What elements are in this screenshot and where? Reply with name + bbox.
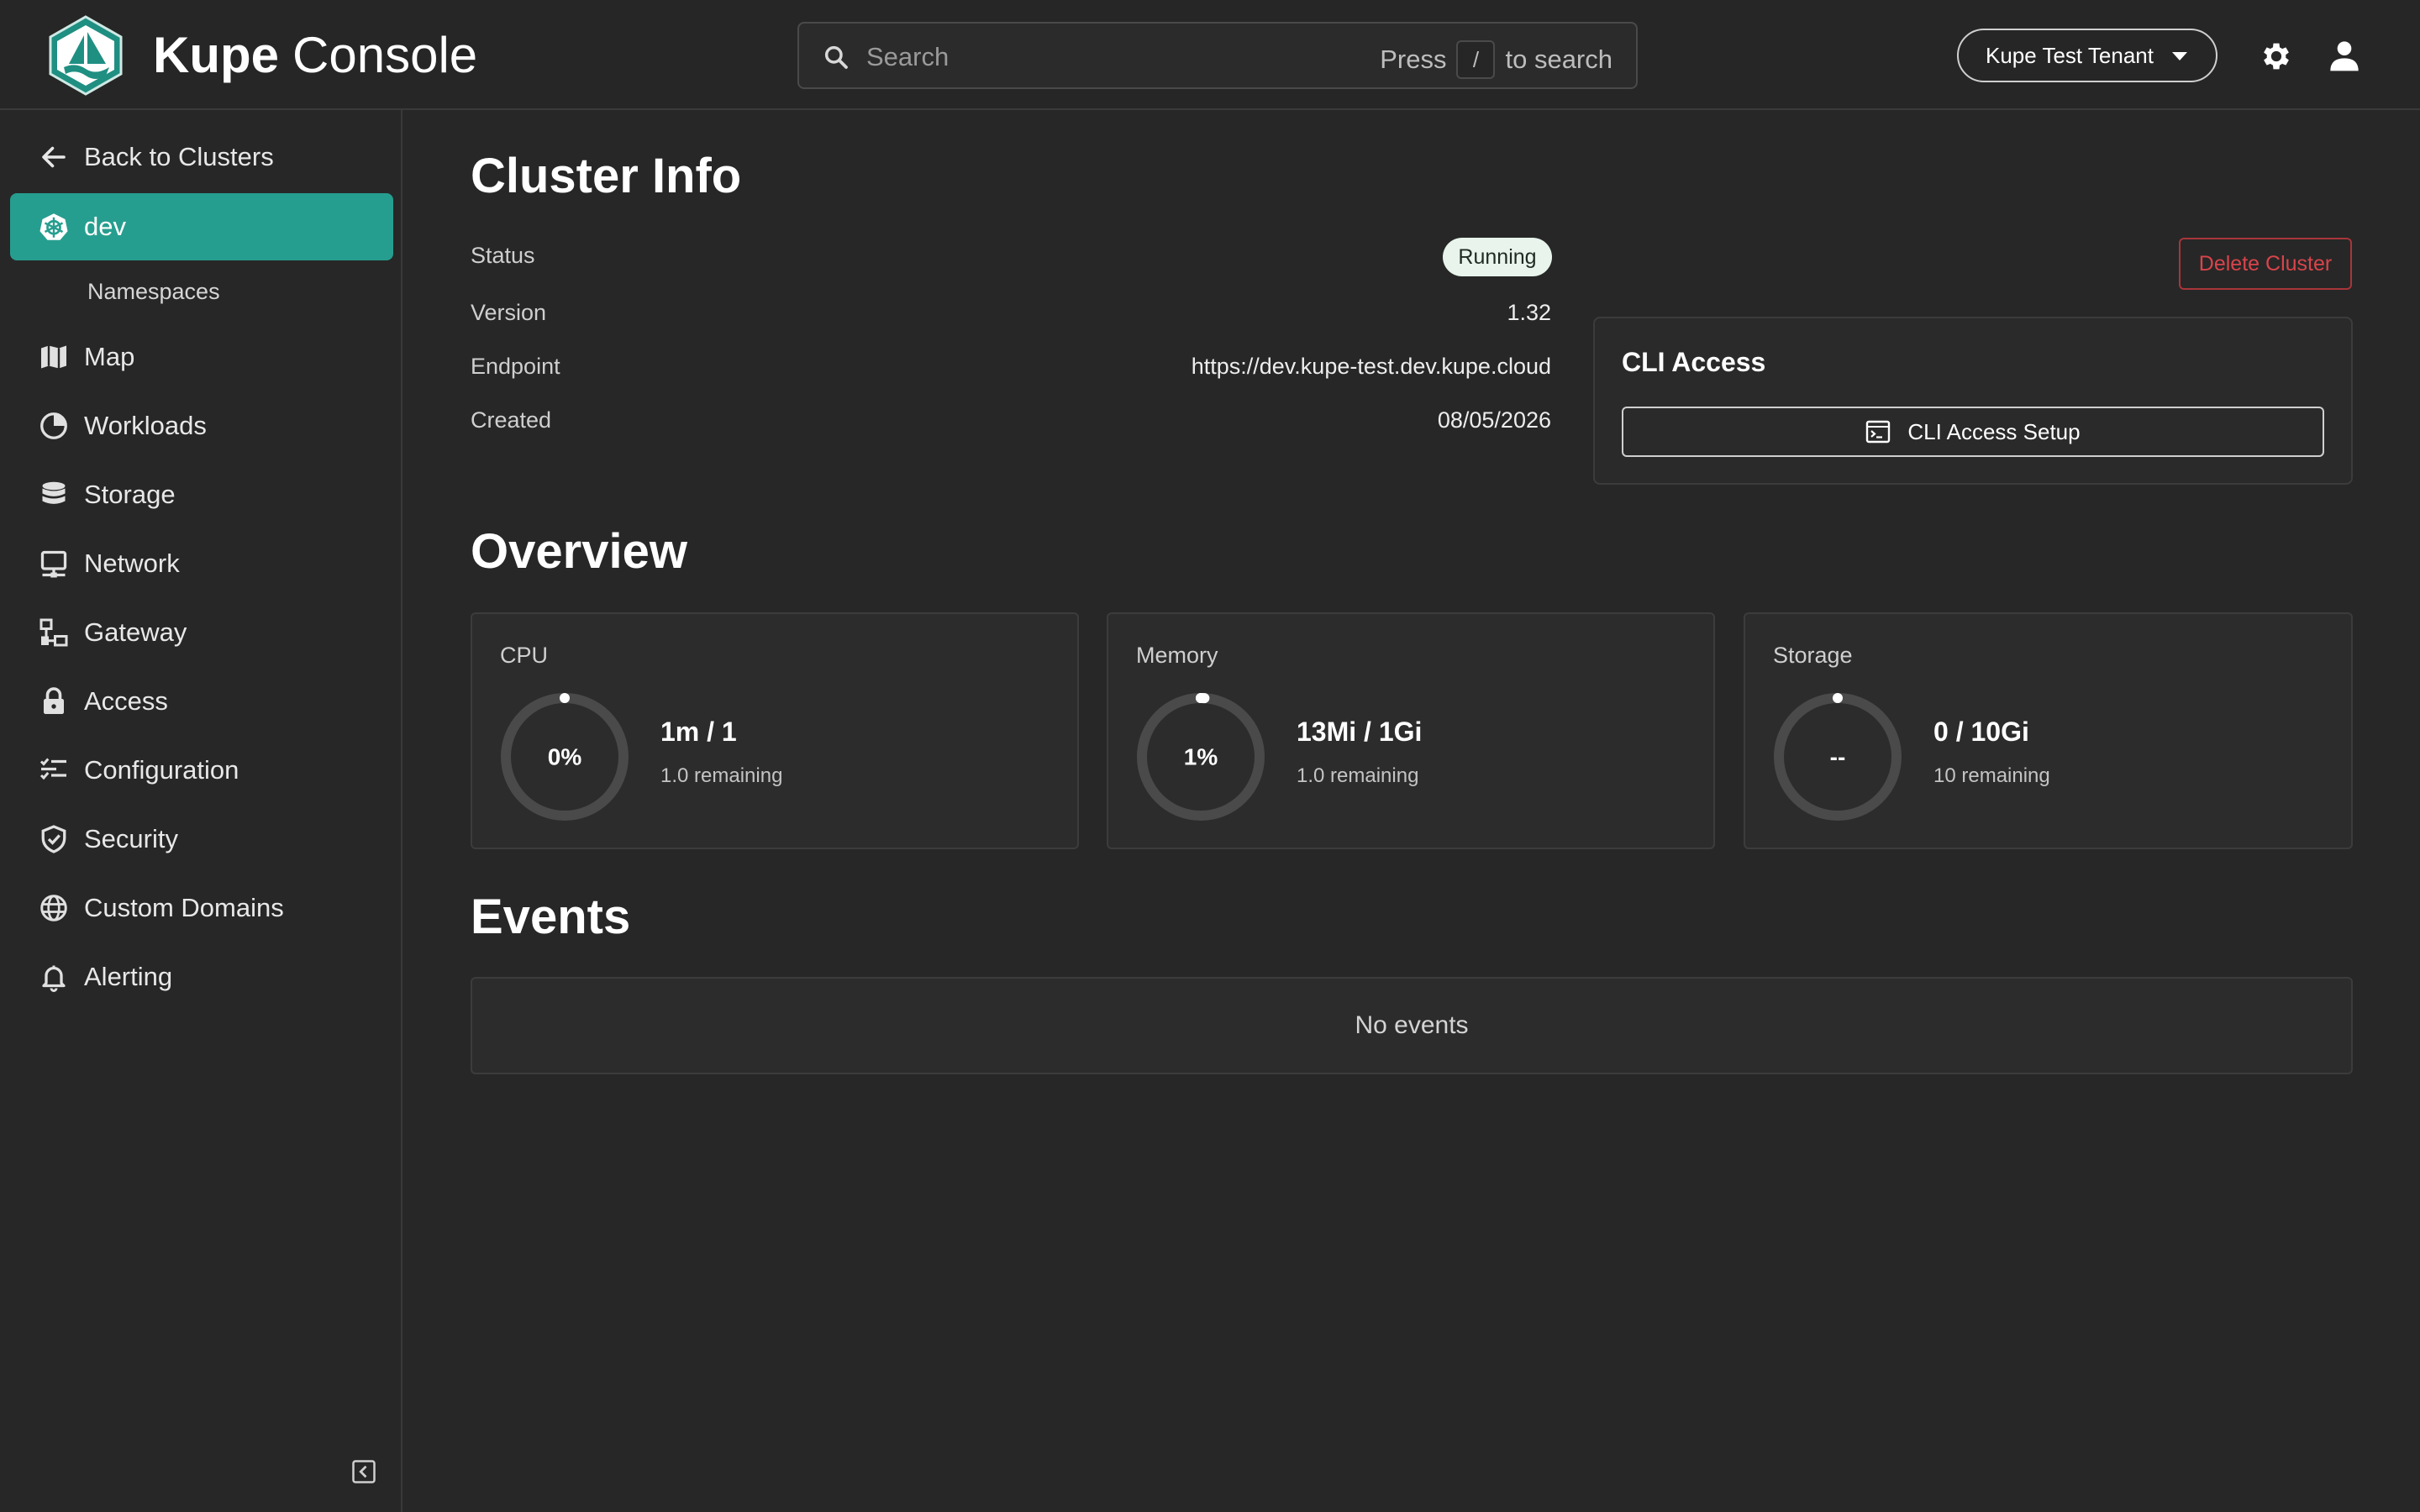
gear-icon[interactable]: [2259, 39, 2294, 74]
collapse-sidebar-icon[interactable]: [351, 1459, 376, 1484]
usage-ring: 1%: [1137, 693, 1265, 821]
search-hint-prefix: Press: [1380, 45, 1447, 74]
sidebar-item-security[interactable]: Security: [10, 806, 393, 873]
shield-icon: [41, 825, 66, 853]
events-empty-state: No events: [471, 977, 2353, 1074]
metric-card-memory: Memory 1% 13Mi / 1Gi 1.0 remaining: [1107, 612, 1715, 849]
created-label: Created: [471, 407, 552, 433]
metric-label: CPU: [500, 643, 549, 668]
tenant-label: Kupe Test Tenant: [1986, 43, 2154, 68]
overview-heading: Overview: [471, 524, 687, 579]
sidebar-item-cluster-dev[interactable]: dev: [10, 193, 393, 260]
search-input[interactable]: Search Press / to search: [797, 22, 1638, 89]
sidebar-item-access[interactable]: Access: [10, 668, 393, 735]
metric-card-storage: Storage -- 0 / 10Gi 10 remaining: [1744, 612, 2353, 849]
cluster-info-heading: Cluster Info: [471, 149, 742, 203]
sidebar-item-map[interactable]: Map: [10, 323, 393, 391]
search-placeholder: Search: [866, 42, 950, 71]
metric-usage: 0 / 10Gi: [1933, 717, 2029, 747]
sidebar-item-label: Storage: [84, 480, 176, 509]
sidebar-item-custom-domains[interactable]: Custom Domains: [10, 874, 393, 942]
endpoint-label: Endpoint: [471, 354, 560, 379]
metric-card-cpu: CPU 0% 1m / 1 1.0 remaining: [471, 612, 1079, 849]
metric-remaining: 1.0 remaining: [1297, 764, 1419, 787]
metric-remaining: 10 remaining: [1933, 764, 2050, 787]
sidebar-item-namespaces[interactable]: Namespaces: [87, 276, 220, 307]
search-shortcut-hint: Press / to search: [1380, 40, 1612, 79]
status-label: Status: [471, 243, 535, 268]
sidebar-item-label: Custom Domains: [84, 893, 284, 922]
app-title: Kupe Console: [153, 25, 477, 86]
metric-label: Memory: [1136, 643, 1218, 668]
top-bar: Kupe Console Search Press / to search Kup…: [0, 0, 2420, 110]
cli-access-setup-button[interactable]: CLI Access Setup: [1622, 407, 2324, 457]
created-value: 08/05/2026: [1437, 407, 1551, 433]
sidebar-item-label: Gateway: [84, 617, 187, 647]
lock-icon: [44, 687, 64, 714]
usage-ring: 0%: [501, 693, 629, 821]
metric-usage: 13Mi / 1Gi: [1297, 717, 1423, 747]
tenant-selector[interactable]: Kupe Test Tenant: [1957, 29, 2217, 82]
sidebar-item-label: Configuration: [84, 755, 239, 785]
cli-access-title: CLI Access: [1622, 347, 1766, 377]
database-icon: [42, 481, 66, 504]
sidebar-item-alerting[interactable]: Alerting: [10, 943, 393, 1011]
gateway-icon: [39, 618, 68, 647]
sidebar-item-label: Security: [84, 824, 178, 853]
map-icon: [41, 345, 66, 369]
globe-icon: [40, 895, 67, 921]
search-icon: [824, 45, 848, 69]
sidebar-item-label: Workloads: [84, 411, 207, 440]
cluster-name-label: dev: [84, 212, 126, 241]
endpoint-value: https://dev.kupe-test.dev.kupe.cloud: [1191, 354, 1551, 379]
chevron-down-icon: [2172, 52, 2187, 60]
metric-usage: 1m / 1: [660, 717, 737, 747]
cli-access-setup-label: CLI Access Setup: [1907, 418, 2081, 444]
sidebar-item-label: Network: [84, 549, 180, 578]
pie-icon: [40, 412, 67, 439]
sidebar-item-label: Alerting: [84, 962, 173, 991]
network-icon: [40, 550, 67, 578]
ship-wave-logo[interactable]: [47, 15, 124, 96]
sidebar-item-storage[interactable]: Storage: [10, 461, 393, 528]
sidebar-item-network[interactable]: Network: [10, 530, 393, 597]
person-icon[interactable]: [2328, 39, 2361, 72]
delete-cluster-button[interactable]: Delete Cluster: [2179, 238, 2352, 290]
kubernetes-icon: [39, 213, 68, 240]
sidebar-item-label: Map: [84, 342, 135, 371]
bell-icon: [42, 965, 66, 992]
sidebar-item-configuration[interactable]: Configuration: [10, 737, 393, 804]
brand-bold: Kupe: [153, 27, 279, 83]
ring-center-text: --: [1830, 744, 1846, 770]
usage-ring: --: [1774, 693, 1902, 821]
back-to-clusters-link[interactable]: Back to Clusters: [10, 123, 393, 191]
terminal-icon: [1866, 420, 1891, 444]
arrow-left-icon: [42, 146, 66, 168]
brand-light: Console: [292, 27, 478, 83]
checklist-icon: [39, 758, 66, 780]
search-hint-suffix: to search: [1505, 45, 1612, 74]
status-badge: Running: [1443, 238, 1552, 276]
metric-label: Storage: [1773, 643, 1853, 668]
version-label: Version: [471, 300, 547, 325]
ring-center-text: 0%: [548, 744, 582, 770]
sidebar-item-workloads[interactable]: Workloads: [10, 392, 393, 459]
metric-remaining: 1.0 remaining: [660, 764, 783, 787]
sidebar-item-label: Access: [84, 686, 168, 716]
sidebar-item-gateway[interactable]: Gateway: [10, 599, 393, 666]
events-heading: Events: [471, 890, 631, 944]
sidebar: Back to Clusters dev Namespaces Map Work…: [0, 110, 402, 1512]
search-shortcut-key: /: [1456, 40, 1496, 79]
ring-center-text: 1%: [1184, 744, 1218, 770]
back-to-clusters-label: Back to Clusters: [84, 142, 274, 171]
cli-access-card: CLI Access CLI Access Setup: [1593, 317, 2353, 485]
version-value: 1.32: [1507, 300, 1551, 325]
